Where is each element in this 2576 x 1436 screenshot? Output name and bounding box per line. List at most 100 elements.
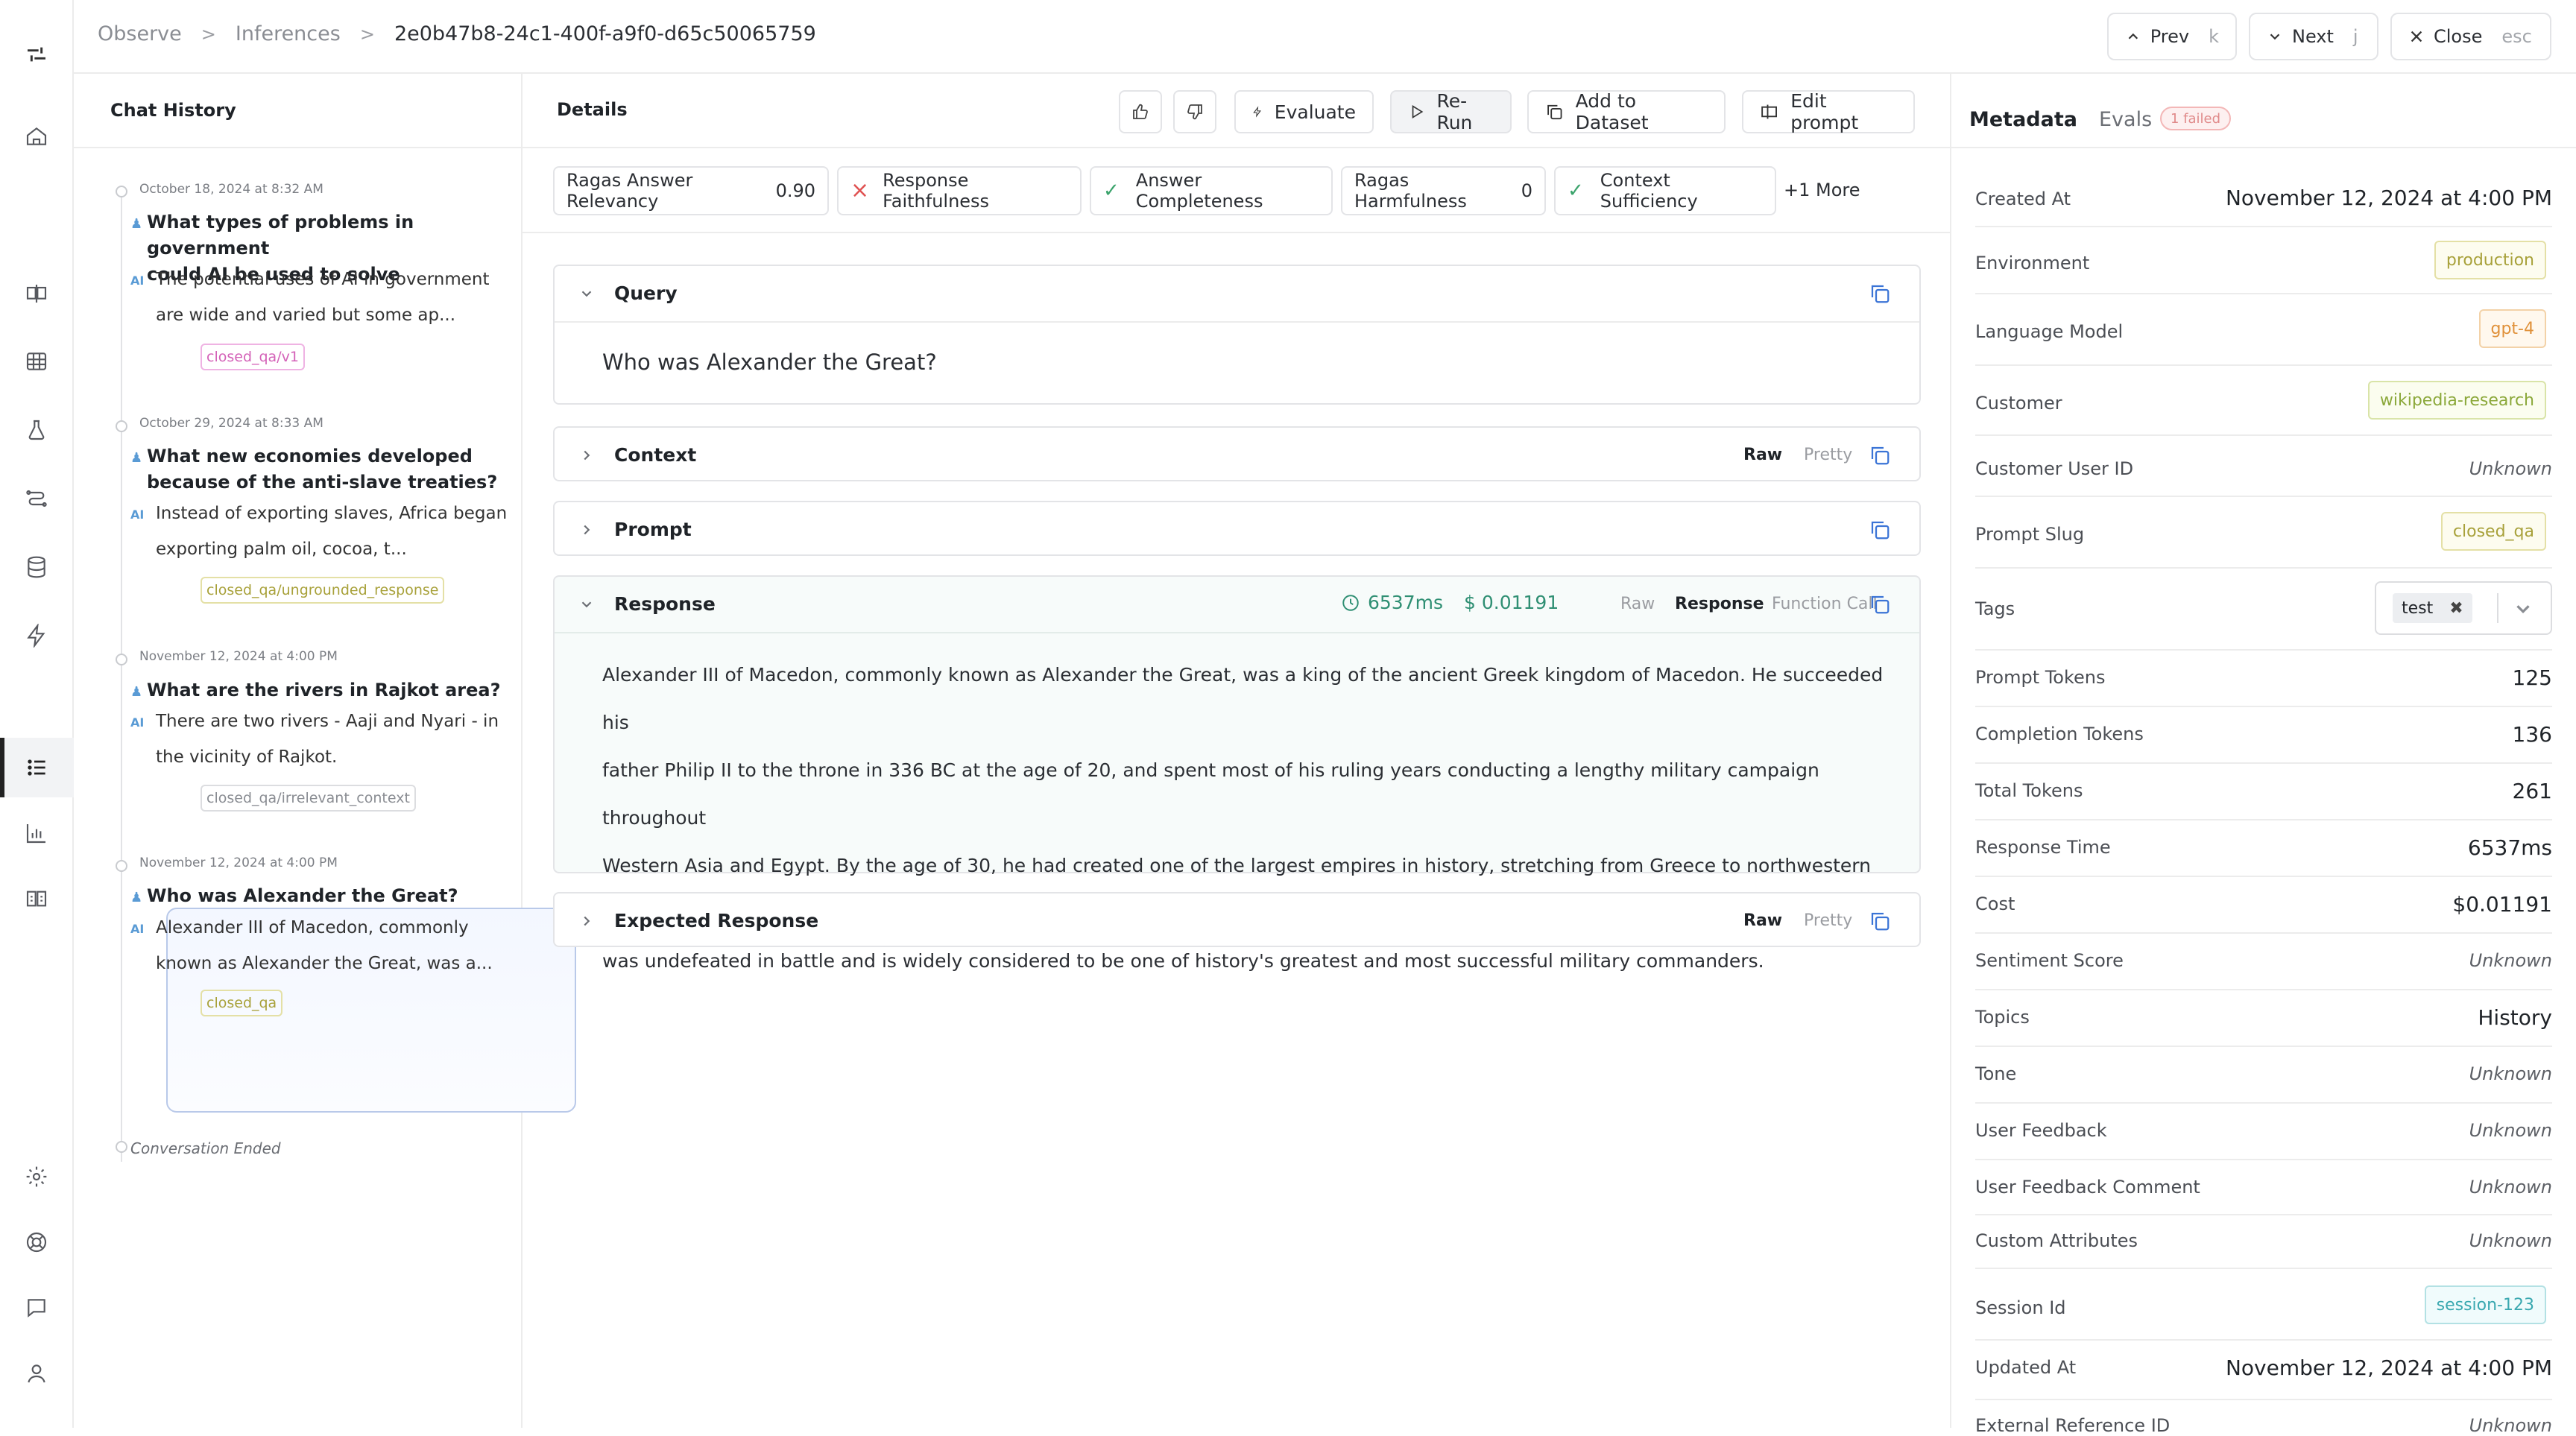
copy-icon[interactable]: [1869, 910, 1891, 932]
meta-label: Custom Attributes: [1975, 1230, 2138, 1251]
eval-chip[interactable]: × Response Faithfulness: [837, 166, 1082, 215]
answer-line: exporting palm oil, cocoa, t...: [156, 540, 407, 559]
expected-response-panel[interactable]: Expected Response Raw Pretty: [553, 892, 1921, 947]
close-button[interactable]: Close esc: [2390, 13, 2551, 60]
context-panel[interactable]: Context Raw Pretty: [553, 426, 1921, 481]
meta-row-user-feedback: User Feedback Unknown: [1975, 1104, 2552, 1160]
meta-label: Prompt Tokens: [1975, 667, 2106, 688]
edit-prompt-button[interactable]: Edit prompt: [1742, 90, 1915, 133]
meta-value: Unknown: [2469, 458, 2552, 479]
bolt-icon[interactable]: [19, 619, 54, 653]
response-response-toggle[interactable]: Response: [1675, 595, 1764, 613]
chat-icon[interactable]: [19, 1291, 54, 1325]
meta-label: Topics: [1975, 1007, 2030, 1028]
context-raw-toggle[interactable]: Raw: [1743, 446, 1782, 464]
logo-icon[interactable]: [19, 37, 54, 72]
diff-icon[interactable]: [19, 882, 54, 916]
response-title: Response: [614, 593, 716, 615]
eval-chip[interactable]: ✓ Answer Completeness: [1090, 166, 1333, 215]
add-to-dataset-button[interactable]: Add to Dataset: [1527, 90, 1726, 133]
evaluate-button[interactable]: Evaluate: [1234, 90, 1374, 133]
eval-chip[interactable]: Ragas Answer Relevancy 0.90: [553, 166, 829, 215]
thumbs-up-button[interactable]: [1119, 90, 1162, 133]
meta-row-prompt-tokens: Prompt Tokens 125: [1975, 651, 2552, 707]
expected-raw-toggle[interactable]: Raw: [1743, 911, 1782, 930]
more-evals-link[interactable]: +1 More: [1784, 180, 1860, 200]
meta-row-topics: Topics History: [1975, 990, 2552, 1047]
meta-label: Updated At: [1975, 1357, 2077, 1378]
bar-chart-icon[interactable]: [19, 816, 54, 850]
meta-row-custom-attributes: Custom Attributes Unknown: [1975, 1215, 2552, 1269]
prompt-title: Prompt: [614, 519, 692, 540]
meta-value: $0.01191: [2452, 892, 2552, 917]
copy-icon[interactable]: [1869, 444, 1891, 466]
breadcrumb: Observe > Inferences > 2e0b47b8-24c1-400…: [98, 22, 816, 45]
divider: [2497, 593, 2498, 623]
breadcrumb-inferences[interactable]: Inferences: [236, 22, 341, 45]
response-function-call-toggle[interactable]: Function Call: [1772, 595, 1878, 613]
close-shortcut: esc: [2501, 26, 2532, 47]
response-raw-toggle[interactable]: Raw: [1620, 595, 1655, 613]
chevron-up-icon: [2128, 33, 2138, 39]
database-icon[interactable]: [19, 550, 54, 584]
meta-row-updated-at: Updated At November 12, 2024 at 4:00 PM: [1975, 1341, 2552, 1400]
response-header[interactable]: Response 6537ms $ 0.01191 Raw Response F…: [555, 577, 1919, 632]
remove-tag-icon[interactable]: ✖: [2449, 599, 2463, 618]
meta-row-completion-tokens: Completion Tokens 136: [1975, 707, 2552, 764]
metadata-tabs: Metadata Evals 1 failed: [1951, 74, 2576, 148]
ai-icon: AI: [130, 715, 145, 730]
copy-icon[interactable]: [1869, 282, 1891, 305]
meta-row-customer: Customer wikipedia-research: [1975, 366, 2552, 436]
gear-icon[interactable]: [19, 1160, 54, 1194]
meta-row-tone: Tone Unknown: [1975, 1047, 2552, 1104]
copy-icon[interactable]: [1869, 593, 1891, 616]
prev-button[interactable]: Prev k: [2107, 13, 2237, 60]
language-model-badge: gpt-4: [2478, 309, 2546, 348]
expected-pretty-toggle[interactable]: Pretty: [1804, 911, 1852, 930]
tab-metadata[interactable]: Metadata: [1969, 108, 2077, 131]
breadcrumb-inference-id: 2e0b47b8-24c1-400f-a9f0-d65c50065759: [394, 22, 816, 45]
copy-plus-icon: [1547, 104, 1562, 120]
thumbs-down-button[interactable]: [1173, 90, 1216, 133]
table-icon[interactable]: [19, 344, 54, 379]
chevron-down-icon[interactable]: [2512, 598, 2534, 620]
eval-chip[interactable]: Ragas Harmfulness 0: [1341, 166, 1546, 215]
meta-row-total-tokens: Total Tokens 261: [1975, 764, 2552, 820]
meta-label: Cost: [1975, 893, 2015, 914]
next-button[interactable]: Next j: [2249, 13, 2378, 60]
timeline-dot: [116, 1141, 127, 1153]
flow-icon[interactable]: [19, 481, 54, 516]
prompt-panel[interactable]: Prompt: [553, 501, 1921, 556]
flask-icon[interactable]: [19, 413, 54, 447]
user-icon: ♟: [130, 890, 143, 905]
meta-label: Tags: [1975, 598, 2015, 619]
play-icon: [1412, 105, 1424, 118]
message-answer: AI Alexander III of Macedon, commonly kno…: [130, 910, 518, 981]
answer-line: Instead of exporting slaves, Africa bega…: [156, 504, 508, 523]
meta-value: 125: [2512, 665, 2552, 690]
user-icon[interactable]: [19, 1356, 54, 1391]
tab-evals[interactable]: Evals: [2099, 108, 2152, 131]
message-date: November 12, 2024 at 4:00 PM: [139, 855, 338, 870]
eval-chip[interactable]: ✓ Context Sufficiency: [1554, 166, 1776, 215]
context-pretty-toggle[interactable]: Pretty: [1804, 446, 1852, 464]
query-header[interactable]: Query: [555, 266, 1919, 321]
list-icon[interactable]: [0, 738, 74, 797]
details-title: Details: [557, 99, 628, 120]
help-icon[interactable]: [19, 1225, 54, 1259]
user-icon: ♟: [130, 684, 143, 700]
chat-history-title: Chat History: [74, 74, 521, 148]
bolt-icon: [1253, 106, 1261, 118]
top-bar: Observe > Inferences > 2e0b47b8-24c1-400…: [74, 0, 2576, 74]
meta-label: User Feedback Comment: [1975, 1177, 2200, 1198]
meta-row-response-time: Response Time 6537ms: [1975, 820, 2552, 877]
compare-icon[interactable]: [19, 276, 54, 311]
user-icon: ♟: [130, 450, 143, 466]
rerun-button[interactable]: Re-Run: [1390, 90, 1512, 133]
tags-select[interactable]: test ✖: [2375, 581, 2552, 635]
copy-icon[interactable]: [1869, 519, 1891, 541]
prev-label: Prev: [2150, 26, 2190, 47]
response-line: father Philip II to the throne in 336 BC…: [602, 759, 1819, 829]
breadcrumb-observe[interactable]: Observe: [98, 22, 182, 45]
home-icon[interactable]: [19, 119, 54, 154]
